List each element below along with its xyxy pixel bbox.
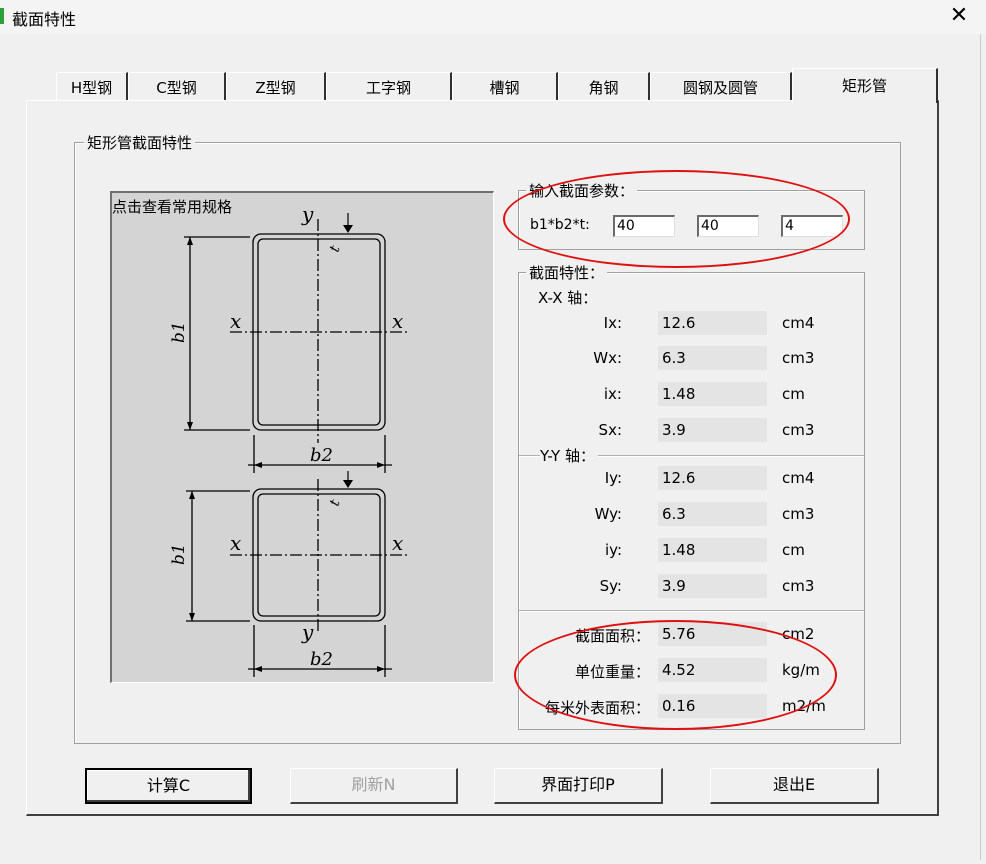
ry-unit: cm [782, 541, 805, 559]
tab-c-steel[interactable]: C型钢 [128, 72, 226, 100]
app-icon [0, 8, 4, 24]
sy-value: 3.9 [658, 574, 767, 598]
input-group-legend: 输入截面参数： [526, 180, 638, 201]
section-diagram: y x x b2 x x y b2 b1 b1 t t [169, 202, 410, 677]
t-label-top: t [327, 243, 344, 254]
wy-value: 6.3 [658, 502, 767, 526]
b2-input[interactable]: 40 [697, 215, 759, 237]
props-group-legend: 截面特性： [526, 262, 608, 283]
x-axis-label-left-2: x [230, 531, 241, 555]
b2-label-bottom: b2 [310, 649, 333, 670]
tab-channel[interactable]: 槽钢 [452, 72, 558, 100]
sy-unit: cm3 [782, 577, 815, 595]
tab-round[interactable]: 圆钢及圆管 [650, 72, 792, 100]
b1-label-bottom: b1 [169, 543, 189, 565]
yy-axis-heading: Y-Y 轴： [540, 445, 598, 466]
area-label: 截面面积： [574, 627, 650, 645]
calculate-button[interactable]: 计算C [85, 768, 252, 804]
rx-label: ix: [603, 385, 622, 403]
ry-value: 1.48 [658, 538, 767, 562]
xx-axis-heading: X-X 轴： [538, 289, 598, 307]
wx-value: 6.3 [658, 346, 767, 370]
exit-button[interactable]: 退出E [710, 768, 879, 804]
bottom-separator [519, 610, 864, 612]
wy-label: Wy: [594, 505, 622, 523]
iy-unit: cm4 [782, 469, 815, 487]
tab-rect-tube[interactable]: 矩形管 [792, 68, 938, 103]
iy-value: 12.6 [658, 466, 767, 490]
weight-unit: kg/m [782, 661, 820, 679]
ix-label: Ix: [603, 314, 622, 332]
wy-unit: cm3 [782, 505, 815, 523]
x-axis-label-right: x [392, 309, 403, 333]
surface-label: 每米外表面积： [544, 699, 650, 717]
tab-h-steel[interactable]: H型钢 [56, 72, 128, 100]
ix-unit: cm4 [782, 314, 815, 332]
t-label-bottom: t [327, 497, 344, 508]
close-icon[interactable]: ✕ [944, 3, 974, 29]
sx-unit: cm3 [782, 421, 815, 439]
refresh-button[interactable]: 刷新N [290, 768, 458, 804]
rx-unit: cm [782, 385, 805, 403]
surface-unit: m2/m [782, 697, 826, 715]
b1-input[interactable]: 40 [613, 215, 675, 237]
weight-value: 4.52 [658, 658, 767, 682]
weight-label: 单位重量： [574, 663, 650, 681]
y-axis-label-bottom: y [301, 620, 314, 644]
ry-label: iy: [604, 541, 622, 559]
area-unit: cm2 [782, 625, 815, 643]
section-drawing[interactable]: y x x b2 x x y b2 b1 b1 t t [110, 191, 494, 683]
x-axis-label-right-2: x [392, 531, 403, 555]
tab-z-steel[interactable]: Z型钢 [226, 72, 326, 100]
common-spec-link[interactable]: 点击查看常用规格 [112, 196, 232, 217]
iy-label: Iy: [604, 469, 622, 487]
sx-label: Sx: [598, 421, 622, 439]
t-input[interactable]: 4 [781, 215, 843, 237]
wx-unit: cm3 [782, 349, 815, 367]
tab-angle[interactable]: 角钢 [558, 72, 650, 100]
main-group-legend: 矩形管截面特性 [84, 132, 196, 153]
wx-label: Wx: [593, 349, 622, 367]
b1-label-top: b1 [169, 321, 189, 343]
x-axis-label-left: x [230, 309, 241, 333]
title-bar [0, 0, 986, 34]
param-label: b1*b2*t: [530, 217, 590, 233]
surface-value: 0.16 [658, 694, 767, 718]
window-title: 截面特性 [12, 10, 77, 29]
ix-value: 12.6 [658, 311, 767, 335]
sx-value: 3.9 [658, 418, 767, 442]
area-value: 5.76 [658, 622, 767, 646]
y-axis-label-top: y [301, 202, 314, 226]
rx-value: 1.48 [658, 382, 767, 406]
sy-label: Sy: [599, 577, 622, 595]
b2-label-top: b2 [310, 445, 333, 466]
tab-i-beam[interactable]: 工字钢 [326, 72, 452, 100]
print-button[interactable]: 界面打印P [494, 768, 663, 804]
